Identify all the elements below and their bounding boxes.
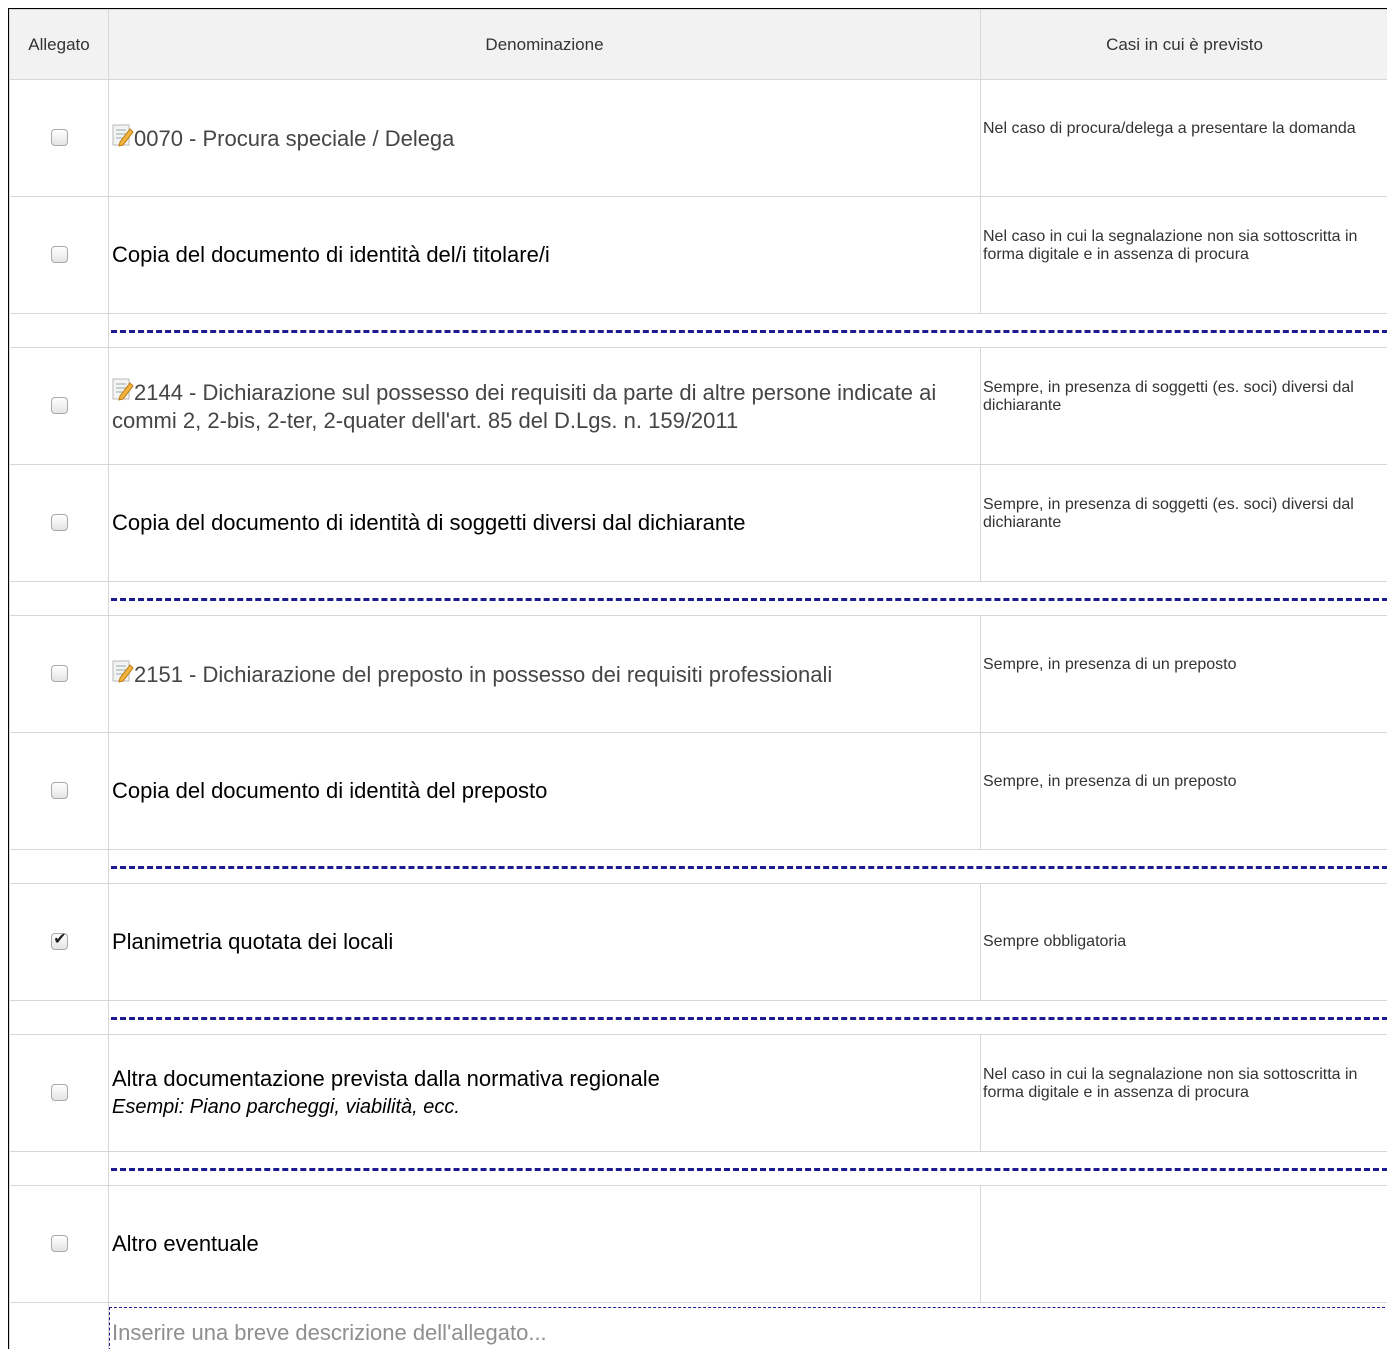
group-separator: [111, 866, 1387, 869]
attachment-name-cell: Planimetria quotata dei locali: [108, 883, 981, 1001]
attachment-checkbox[interactable]: [50, 665, 68, 683]
document-edit-icon[interactable]: [112, 378, 134, 402]
attachment-name: 2144 - Dichiarazione sul possesso dei re…: [112, 379, 937, 433]
group-separator: [111, 598, 1387, 601]
attachment-cases-cell: Nel caso di procura/delega a presentare …: [980, 79, 1387, 197]
group-separator-row: [9, 313, 1387, 348]
attachment-checkbox-checked[interactable]: ✔: [50, 931, 68, 951]
attachment-checkbox[interactable]: [50, 246, 68, 264]
group-separator: [111, 1168, 1387, 1171]
attachments-panel: Allegato Denominazione Casi in cui è pre…: [8, 8, 1387, 1349]
document-edit-icon[interactable]: [112, 124, 134, 148]
attachment-cases: Nel caso di procura/delega a presentare …: [983, 120, 1356, 137]
attachment-name-cell: Altro eventuale: [108, 1185, 981, 1303]
attachment-checkbox-cell: [9, 732, 109, 850]
attachment-checkbox[interactable]: [50, 514, 68, 532]
attachment-name: Altra documentazione prevista dalla norm…: [112, 1066, 660, 1091]
attachment-name-cell: 2144 - Dichiarazione sul possesso dei re…: [108, 347, 981, 465]
attachment-checkbox-cell: [9, 79, 109, 197]
group-separator-row: [9, 1151, 1387, 1186]
attachment-name: 2151 - Dichiarazione del preposto in pos…: [134, 661, 833, 687]
attachment-cases: Sempre, in presenza di un preposto: [983, 773, 1237, 790]
column-header-allegato: Allegato: [9, 9, 109, 80]
check-mark-icon: ✔: [53, 931, 67, 949]
attachment-name-cell: Copia del documento di identità di sogge…: [108, 464, 981, 582]
table-row: Copia del documento di identità del/i ti…: [9, 196, 1387, 314]
attachment-name-cell: 0070 - Procura speciale / Delega: [108, 79, 981, 197]
attachment-description-input[interactable]: [110, 1308, 1387, 1349]
attachment-name-cell: 2151 - Dichiarazione del preposto in pos…: [108, 615, 981, 733]
attachment-checkbox-cell: ✔: [9, 883, 109, 1001]
attachment-name: Copia del documento di identità del/i ti…: [112, 242, 550, 267]
attachment-cases: Sempre obbligatoria: [983, 933, 1127, 950]
group-separator: [111, 330, 1387, 333]
attachment-cases-cell: Sempre, in presenza di soggetti (es. soc…: [980, 464, 1387, 582]
attachment-cases-cell: Nel caso in cui la segnalazione non sia …: [980, 1034, 1387, 1152]
column-header-denominazione: Denominazione: [108, 9, 981, 80]
attachment-checkbox[interactable]: [50, 397, 68, 415]
table-row: ✔ Planimetria quotata dei locali Sempre …: [9, 883, 1387, 1001]
attachment-cases-cell: [980, 1185, 1387, 1303]
attachment-cases-cell: Sempre obbligatoria: [980, 883, 1387, 1001]
document-edit-icon[interactable]: [112, 660, 134, 684]
group-separator-row: [9, 581, 1387, 616]
attachment-cases-cell: Sempre, in presenza di un preposto: [980, 732, 1387, 850]
group-separator-row: [9, 849, 1387, 884]
attachment-cases-cell: Sempre, in presenza di soggetti (es. soc…: [980, 347, 1387, 465]
attachment-example: Esempi: Piano parcheggi, viabilità, ecc.: [112, 1096, 460, 1118]
attachment-name: Copia del documento di identità di sogge…: [112, 510, 746, 535]
attachment-checkbox[interactable]: [50, 129, 68, 147]
table-row: Copia del documento di identità del prep…: [9, 732, 1387, 850]
attachment-checkbox-cell: [9, 464, 109, 582]
attachment-cases: Nel caso in cui la segnalazione non sia …: [983, 228, 1358, 263]
group-separator: [111, 1017, 1387, 1020]
attachments-table: Allegato Denominazione Casi in cui è pre…: [9, 9, 1387, 1349]
attachment-name-cell: Copia del documento di identità del/i ti…: [108, 196, 981, 314]
table-row: 2144 - Dichiarazione sul possesso dei re…: [9, 347, 1387, 465]
attachment-checkbox-cell: [9, 1034, 109, 1152]
table-row: Altra documentazione prevista dalla norm…: [9, 1034, 1387, 1152]
attachment-name-cell: Altra documentazione prevista dalla norm…: [108, 1034, 981, 1152]
attachment-name: Altro eventuale: [112, 1231, 259, 1256]
table-row: Altro eventuale: [9, 1185, 1387, 1303]
attachment-checkbox-cell: [9, 1185, 109, 1303]
attachment-checkbox[interactable]: [50, 782, 68, 800]
attachment-cases: Sempre, in presenza di soggetti (es. soc…: [983, 496, 1354, 531]
attachment-cases-cell: Nel caso in cui la segnalazione non sia …: [980, 196, 1387, 314]
table-row: 0070 - Procura speciale / Delega Nel cas…: [9, 79, 1387, 197]
table-row: 2151 - Dichiarazione del preposto in pos…: [9, 615, 1387, 733]
attachment-name: Copia del documento di identità del prep…: [112, 778, 548, 803]
attachment-name: 0070 - Procura speciale / Delega: [134, 125, 455, 151]
table-header-row: Allegato Denominazione Casi in cui è pre…: [9, 9, 1387, 80]
attachment-name: Planimetria quotata dei locali: [112, 929, 394, 954]
attachment-checkbox[interactable]: [50, 1235, 68, 1253]
group-separator-row: [9, 1000, 1387, 1035]
attachment-name-cell: Copia del documento di identità del prep…: [108, 732, 981, 850]
attachment-cases: Sempre, in presenza di un preposto: [983, 656, 1237, 673]
attachment-checkbox-cell: [9, 347, 109, 465]
attachment-checkbox-cell: [9, 196, 109, 314]
attachment-cases: Sempre, in presenza di soggetti (es. soc…: [983, 379, 1354, 414]
column-header-casi: Casi in cui è previsto: [980, 9, 1387, 80]
attachment-checkbox-cell: [9, 615, 109, 733]
attachment-cases: Nel caso in cui la segnalazione non sia …: [983, 1066, 1358, 1101]
description-row: [9, 1302, 1387, 1349]
attachment-checkbox[interactable]: [50, 1084, 68, 1102]
table-row: Copia del documento di identità di sogge…: [9, 464, 1387, 582]
attachment-description-box: [109, 1307, 1387, 1349]
attachment-cases-cell: Sempre, in presenza di un preposto: [980, 615, 1387, 733]
